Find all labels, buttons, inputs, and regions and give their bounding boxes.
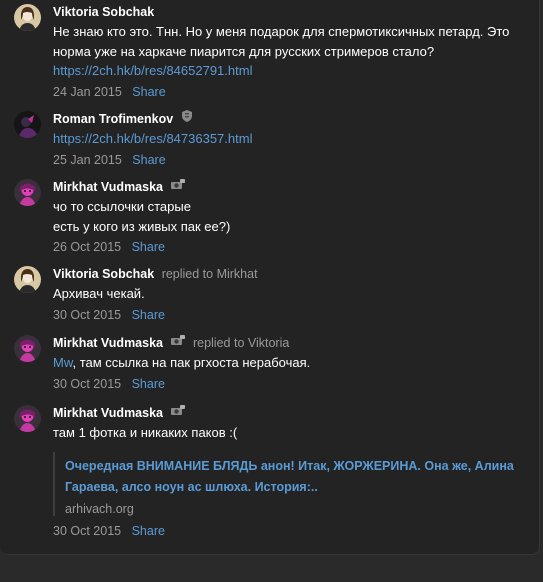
- comment-body: Mirkhat Vudmaska там 1 фотка и никаких п…: [53, 404, 524, 538]
- camera-icon: [171, 334, 186, 350]
- avatar[interactable]: [14, 179, 41, 206]
- share-button[interactable]: Share: [132, 153, 165, 167]
- comment-text: Mw, там ссылка на пак ргхоста нерабочая.: [53, 353, 524, 373]
- comment-body: Mirkhat Vudmaska replied to Viktoria Mw,…: [53, 334, 524, 391]
- link-preview-title-line: Гараева, алсо ноун ас шлюха. История:..: [65, 479, 318, 494]
- avatar[interactable]: [14, 4, 41, 31]
- avatar[interactable]: [14, 335, 41, 362]
- link-preview-domain: arhivach.org: [65, 501, 134, 516]
- link-preview[interactable]: Очередная ВНИМАНИЕ БЛЯДЬ анон! Итак, ЖОР…: [53, 451, 524, 516]
- link-preview-title-line: Очередная ВНИМАНИЕ БЛЯДЬ анон! Итак, ЖОР…: [65, 458, 514, 473]
- comment-date[interactable]: 25 Jan 2015: [53, 153, 122, 167]
- comment-date[interactable]: 26 Oct 2015: [53, 240, 121, 254]
- comment-text-line: норма уже на харкаче пиарится для русски…: [53, 43, 435, 59]
- comment-text-line: чо то ссылочки старые: [53, 199, 191, 214]
- avatar[interactable]: [14, 405, 41, 432]
- comment-body: Mirkhat Vudmaska чо то ссылочки старые е…: [53, 178, 524, 254]
- comment-date[interactable]: 30 Oct 2015: [53, 524, 121, 538]
- author-name[interactable]: Mirkhat Vudmaska: [53, 406, 163, 420]
- comment-body: Viktoria Sobchak Не знаю кто это. Тнн. Н…: [53, 4, 524, 99]
- mention-link[interactable]: Mw: [53, 355, 73, 370]
- replied-to[interactable]: replied to Viktoria: [193, 336, 289, 350]
- comment-text-line: есть у кого из живых пак ее?): [53, 218, 231, 234]
- comment-date[interactable]: 30 Oct 2015: [53, 377, 121, 391]
- share-button[interactable]: Share: [132, 85, 165, 99]
- comment-text-rest: , там ссылка на пак ргхоста нерабочая.: [72, 355, 311, 370]
- author-name[interactable]: Viktoria Sobchak: [53, 5, 154, 19]
- author-name[interactable]: Roman Trofimenkov: [53, 112, 173, 126]
- avatar[interactable]: [14, 111, 41, 138]
- share-button[interactable]: Share: [132, 377, 165, 391]
- shield-icon: [181, 109, 192, 126]
- avatar[interactable]: [14, 266, 41, 293]
- author-name[interactable]: Mirkhat Vudmaska: [53, 180, 163, 194]
- comment-link[interactable]: https://2ch.hk/b/res/84652791.html: [53, 63, 252, 78]
- camera-icon: [171, 178, 186, 194]
- comment-text: Архивач чекай.: [53, 286, 145, 301]
- author-name[interactable]: Viktoria Sobchak: [53, 267, 154, 281]
- comment-text: Не знаю кто это. Тнн. Но у меня подарок …: [53, 22, 524, 81]
- comment-link[interactable]: https://2ch.hk/b/res/84736357.html: [53, 131, 252, 146]
- comment-text: там 1 фотка и никаких паков :(: [53, 425, 238, 440]
- comment-text: https://2ch.hk/b/res/84736357.html: [53, 129, 524, 149]
- comment-body: Roman Trofimenkov https://2ch.hk/b/res/8…: [53, 109, 524, 167]
- author-name[interactable]: Mirkhat Vudmaska: [53, 336, 163, 350]
- comment-date[interactable]: 30 Oct 2015: [53, 308, 121, 322]
- comment-text: чо то ссылочки старые есть у кого из жив…: [53, 197, 524, 236]
- comment-body: Viktoria Sobchak replied to Mirkhat Архи…: [53, 266, 524, 322]
- comments-panel: Viktoria Sobchak Не знаю кто это. Тнн. Н…: [0, 0, 540, 555]
- share-button[interactable]: Share: [132, 240, 165, 254]
- comment-date[interactable]: 24 Jan 2015: [53, 85, 122, 99]
- comment-text-line: Не знаю кто это. Тнн. Но у меня подарок …: [53, 24, 510, 39]
- replied-to[interactable]: replied to Mirkhat: [162, 267, 258, 281]
- share-button[interactable]: Share: [132, 524, 165, 538]
- share-button[interactable]: Share: [132, 308, 165, 322]
- link-preview-title[interactable]: Очередная ВНИМАНИЕ БЛЯДЬ анон! Итак, ЖОР…: [65, 456, 524, 498]
- camera-icon: [171, 404, 186, 420]
